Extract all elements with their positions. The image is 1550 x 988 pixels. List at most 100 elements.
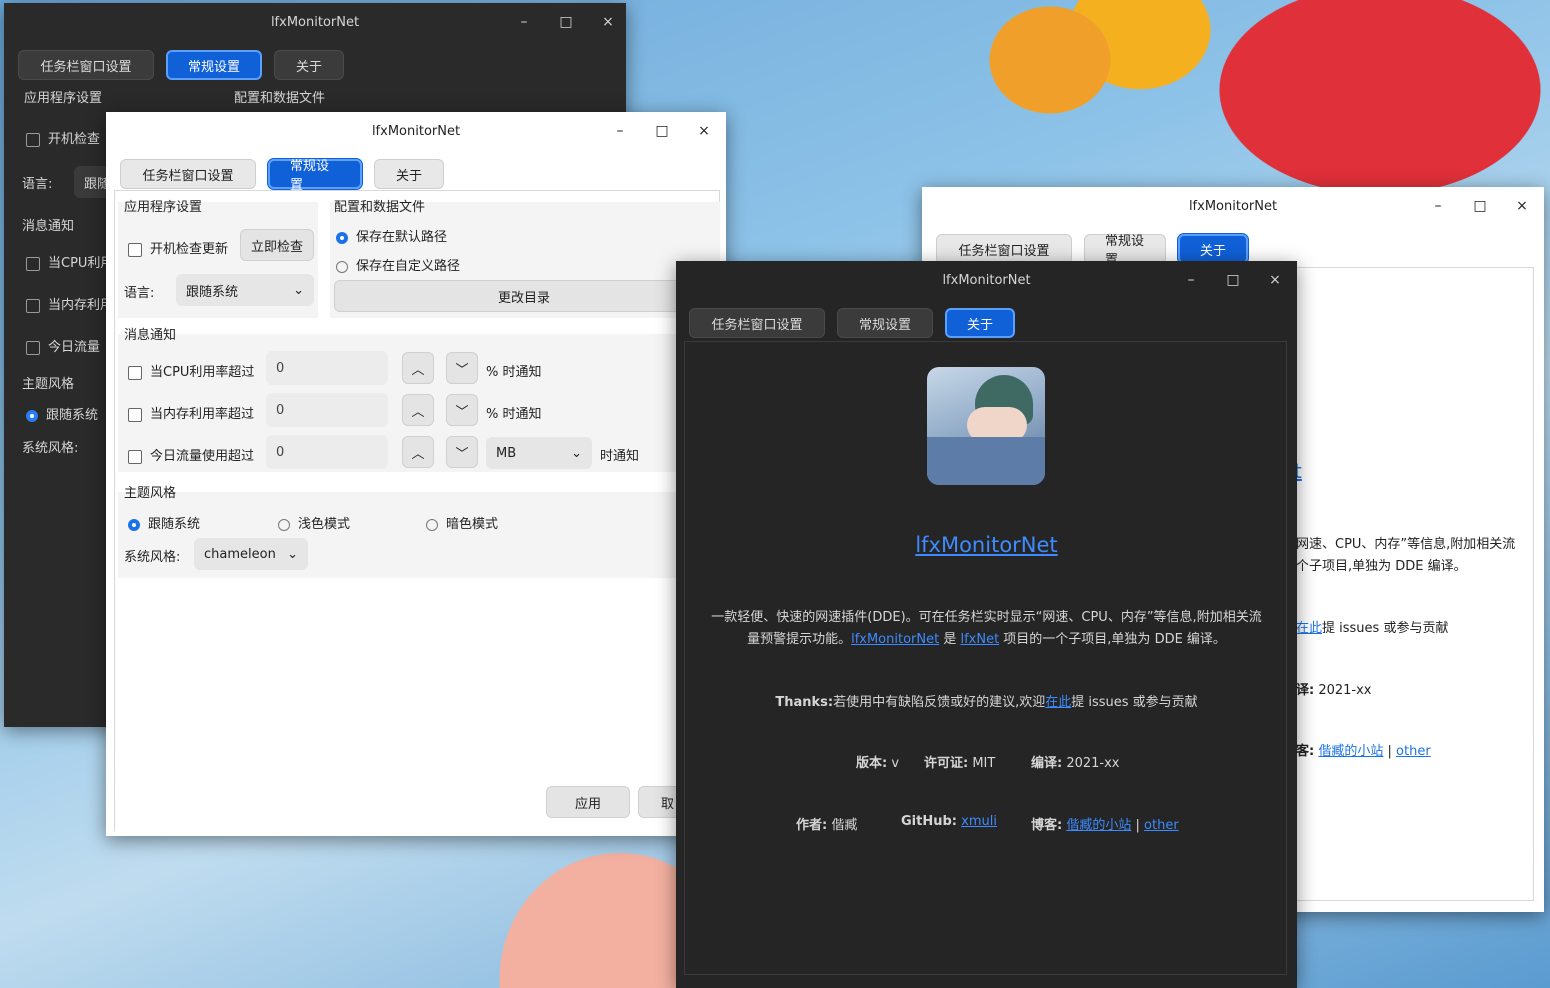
cpu-percent-label: % 时通知 [486, 365, 542, 380]
window-title: lfxMonitorNet [1188, 198, 1278, 214]
auto-check-row[interactable]: 开机检查更新 [128, 238, 228, 257]
cpu-up-button[interactable]: ︿ [402, 352, 434, 384]
minimize-icon[interactable]: – [612, 123, 628, 139]
time-notify-label: 时通知 [600, 449, 640, 464]
issues-link[interactable]: 在此 [1045, 695, 1071, 710]
chevron-up-icon: ︿ [411, 362, 425, 378]
chevron-down-icon: ⌄ [571, 445, 582, 461]
traffic-threshold-input[interactable]: 0 [266, 435, 388, 469]
mem-notify-row[interactable]: 当内存利用率超过 [128, 403, 254, 422]
close-icon[interactable]: × [1514, 198, 1530, 214]
window-title: lfxMonitorNet [270, 14, 360, 30]
maximize-icon[interactable]: □ [1225, 272, 1241, 288]
chevron-down-icon: ⌄ [287, 546, 298, 562]
desc-line1-partial: 网速、CPU、内存”等信息,附加相关流 [1296, 537, 1516, 552]
tab-general[interactable]: 常规设置 [1084, 234, 1166, 268]
cpu-threshold-input[interactable]: 0 [266, 351, 388, 385]
tab-taskbar[interactable]: 任务栏窗口设置 [120, 159, 256, 189]
titlebar[interactable]: lfxMonitorNet – □ × [4, 3, 626, 41]
save-default-radio[interactable]: 保存在默认路径 [336, 226, 447, 245]
tab-about[interactable]: 关于 [274, 50, 344, 80]
section-app-settings: 应用程序设置 [24, 91, 103, 106]
language-select[interactable]: 跟随系统 ⌄ [176, 274, 314, 306]
titlebar[interactable]: lfxMonitorNet – □ × [676, 261, 1297, 299]
tab-about[interactable]: 关于 [1178, 234, 1248, 264]
desc-line2-partial: 个子项目,单独为 DDE 编译。 [1296, 559, 1467, 574]
github-link[interactable]: xmuli [961, 814, 997, 829]
maximize-icon[interactable]: □ [1472, 198, 1488, 214]
blog-link[interactable]: 偕臧的小站 [1318, 744, 1383, 759]
section-notify: 消息通知 [22, 219, 75, 234]
tab-general[interactable]: 常规设置 [837, 308, 933, 338]
version-info: 版本: v [856, 756, 900, 771]
traffic-notify-row[interactable]: 今日流量使用超过 [128, 445, 254, 464]
tab-taskbar[interactable]: 任务栏窗口设置 [18, 50, 154, 80]
cpu-notify-row[interactable]: 当CPU利用 [26, 252, 113, 271]
titlebar[interactable]: lfxMonitorNet – □ × [106, 112, 726, 150]
minimize-icon[interactable]: – [1183, 272, 1199, 288]
minimize-icon[interactable]: – [1430, 198, 1446, 214]
other-link[interactable]: other [1144, 818, 1179, 833]
style-select[interactable]: chameleon ⌄ [194, 538, 308, 570]
chevron-down-icon: ﹀ [455, 362, 469, 378]
chevron-down-icon: ﹀ [455, 404, 469, 420]
cpu-down-button[interactable]: ﹀ [446, 352, 478, 384]
app-avatar [927, 367, 1045, 485]
check-now-button[interactable]: 立即检查 [240, 229, 314, 261]
desc-line2: 量预警提示功能。lfxMonitorNet 是 lfxNet 项目的一个子项目,… [747, 632, 1226, 647]
theme-follow-radio[interactable]: 跟随系统 [128, 513, 200, 532]
section-theme: 主题风格 [22, 377, 75, 392]
style-label: 系统风格: [124, 550, 181, 565]
theme-follow-radio[interactable]: 跟随系统 [26, 404, 98, 423]
traffic-up-button[interactable]: ︿ [402, 436, 434, 468]
lfxnet-link[interactable]: lfxNet [960, 632, 999, 647]
section-config: 配置和数据文件 [234, 91, 326, 106]
traffic-notify-row[interactable]: 今日流量 [26, 336, 100, 355]
titlebar[interactable]: lfxMonitorNet – □ × [922, 187, 1544, 225]
close-icon[interactable]: × [696, 123, 712, 139]
change-dir-button[interactable]: 更改目录 [334, 280, 714, 312]
tab-taskbar[interactable]: 任务栏窗口设置 [689, 308, 825, 338]
mem-up-button[interactable]: ︿ [402, 394, 434, 426]
auto-check-row[interactable]: 开机检查 [26, 128, 100, 147]
maximize-icon[interactable]: □ [558, 14, 574, 30]
tab-general[interactable]: 常规设置 [166, 50, 262, 80]
theme-dark-radio[interactable]: 暗色模式 [426, 513, 498, 532]
mem-threshold-input[interactable]: 0 [266, 393, 388, 427]
tab-about[interactable]: 关于 [374, 159, 444, 189]
apply-button[interactable]: 应用 [546, 786, 630, 818]
chevron-up-icon: ︿ [411, 404, 425, 420]
github-info: GitHub: xmuli [901, 814, 997, 829]
tab-about[interactable]: 关于 [945, 308, 1015, 338]
tab-taskbar[interactable]: 任务栏窗口设置 [936, 234, 1072, 264]
style-label: 系统风格: [22, 441, 79, 456]
tab-general[interactable]: 常规设置 [268, 159, 362, 193]
save-custom-radio[interactable]: 保存在自定义路径 [336, 255, 460, 274]
section-config: 配置和数据文件 [334, 200, 426, 215]
cpu-notify-row[interactable]: 当CPU利用率超过 [128, 361, 254, 380]
mem-notify-row[interactable]: 当内存利用 [26, 294, 113, 313]
mem-percent-label: % 时通知 [486, 407, 542, 422]
blog-info: 博客: 偕臧的小站 | other [1031, 818, 1179, 833]
maximize-icon[interactable]: □ [654, 123, 670, 139]
thanks-partial: 在此提 issues 或参与贡献 [1296, 621, 1449, 636]
traffic-down-button[interactable]: ﹀ [446, 436, 478, 468]
mem-down-button[interactable]: ﹀ [446, 394, 478, 426]
minimize-icon[interactable]: – [516, 14, 532, 30]
window-title: lfxMonitorNet [371, 123, 461, 139]
close-icon[interactable]: × [600, 14, 616, 30]
theme-light-radio[interactable]: 浅色模式 [278, 513, 350, 532]
lfxmonitornet-link[interactable]: lfxMonitorNet [851, 632, 939, 647]
language-label: 语言: [22, 177, 53, 192]
desc-line1: 一款轻便、快速的网速插件(DDE)。可在任务栏实时显示“网速、CPU、内存”等信… [711, 610, 1262, 625]
blog-link[interactable]: 偕臧的小站 [1066, 818, 1131, 833]
section-notify: 消息通知 [124, 328, 177, 343]
other-link[interactable]: other [1396, 744, 1431, 759]
section-app-settings: 应用程序设置 [124, 200, 203, 215]
author-info: 作者: 偕臧 [796, 818, 858, 833]
close-icon[interactable]: × [1267, 272, 1283, 288]
issues-link[interactable]: 在此 [1296, 621, 1322, 636]
unit-select[interactable]: MB ⌄ [486, 437, 592, 469]
build-partial: 译: 2021-xx [1296, 683, 1372, 698]
app-name-link[interactable]: lfxMonitorNet [676, 533, 1297, 557]
